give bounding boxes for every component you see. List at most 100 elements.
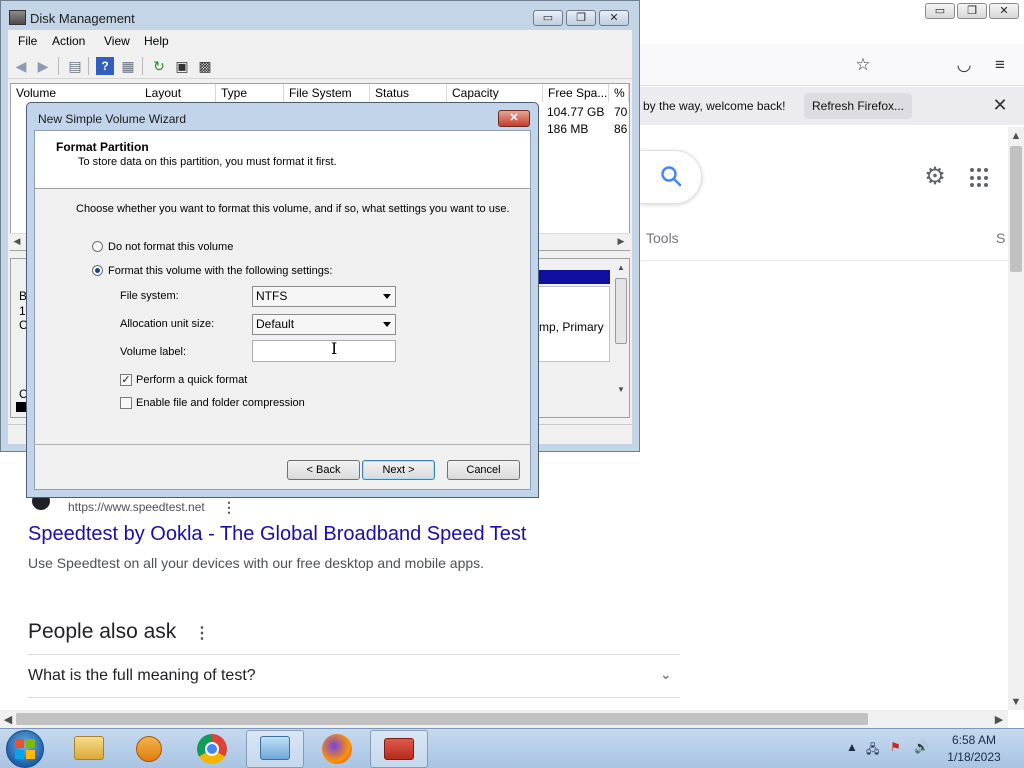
radio-format-volume[interactable] xyxy=(92,265,103,276)
show-hidden-icons-chevron-icon[interactable]: ▲ xyxy=(846,740,858,754)
result-title-link[interactable]: Speedtest by Ookla - The Global Broadban… xyxy=(28,523,526,546)
action-center-warning-icon[interactable]: ⚑ xyxy=(890,740,901,754)
disk-properties-icon[interactable]: ▩ xyxy=(196,57,214,75)
settings-gear-icon[interactable]: ⚙ xyxy=(922,164,948,190)
menu-action[interactable]: Action xyxy=(52,34,85,48)
computer-management-icon xyxy=(384,738,414,760)
radio-do-not-format[interactable] xyxy=(92,241,103,252)
clock-time[interactable]: 6:58 AM xyxy=(944,733,1004,747)
dm-close-button[interactable]: ✕ xyxy=(599,10,629,26)
notification-close-icon[interactable]: ✕ xyxy=(990,95,1010,115)
toolbar-separator xyxy=(142,57,143,75)
toolbar-separator xyxy=(58,57,59,75)
volume-label-input[interactable] xyxy=(252,340,396,362)
wizard-page-subtitle: To store data on this partition, you mus… xyxy=(78,156,337,168)
column-header-type[interactable]: Type xyxy=(216,84,284,102)
clock-date[interactable]: 1/18/2023 xyxy=(944,750,1004,764)
file-system-dropdown[interactable]: NTFS xyxy=(252,286,396,307)
rescan-disks-icon[interactable]: ▣ xyxy=(173,57,191,75)
dm-minimize-button[interactable]: ▭ xyxy=(533,10,563,26)
scroll-right-arrow-icon[interactable]: ▶ xyxy=(992,713,1006,726)
compression-label[interactable]: Enable file and folder compression xyxy=(136,397,305,409)
chevron-down-icon xyxy=(383,322,391,327)
refresh-firefox-button[interactable]: Refresh Firefox... xyxy=(804,93,912,119)
file-system-label: File system: xyxy=(120,290,179,302)
allocation-unit-label: Allocation unit size: xyxy=(120,318,215,330)
question-item[interactable]: What is the full meaning of test? xyxy=(28,667,256,685)
quick-format-checkbox[interactable]: ✓ xyxy=(120,374,132,386)
scroll-left-arrow-icon[interactable]: ◀ xyxy=(1,713,15,726)
row-1-free-space: 104.77 GB xyxy=(547,105,605,119)
divider xyxy=(28,654,680,655)
divider xyxy=(28,697,680,698)
menu-file[interactable]: File xyxy=(18,34,37,48)
graph-scroll-up-icon[interactable]: ▲ xyxy=(614,263,628,272)
forward-arrow-icon[interactable]: ▶ xyxy=(34,57,52,75)
column-header-capacity[interactable]: Capacity xyxy=(447,84,543,102)
partial-tab-label[interactable]: S xyxy=(996,230,1005,246)
wizard-title: New Simple Volume Wizard xyxy=(38,112,187,126)
chevron-down-icon[interactable]: ⌄ xyxy=(660,666,672,683)
column-header-status[interactable]: Status xyxy=(370,84,447,102)
volume-speaker-icon[interactable]: 🔊 xyxy=(914,740,929,754)
result-url[interactable]: https://www.speedtest.net xyxy=(68,500,205,514)
back-arrow-icon[interactable]: ◀ xyxy=(12,57,30,75)
horizontal-scroll-thumb[interactable] xyxy=(16,713,868,725)
row-2-percent-free: 86 xyxy=(614,122,628,136)
chevron-down-icon xyxy=(383,294,391,299)
radio-label-format-volume[interactable]: Format this volume with the following se… xyxy=(108,265,332,277)
people-also-ask-more-icon[interactable]: ⋮ xyxy=(194,623,210,643)
graph-scroll-thumb[interactable] xyxy=(615,278,627,344)
column-header-volume[interactable]: Volume xyxy=(11,84,141,102)
scroll-down-arrow-icon[interactable]: ▼ xyxy=(1009,696,1023,708)
windows-logo-icon xyxy=(15,739,35,759)
graph-scroll-down-icon[interactable]: ▼ xyxy=(614,385,628,394)
column-header-free-space[interactable]: Free Spa... xyxy=(543,84,609,102)
next-button[interactable]: Next > xyxy=(362,460,435,480)
scroll-up-arrow-icon[interactable]: ▲ xyxy=(1009,130,1023,142)
firefox-restore-button[interactable]: ❐ xyxy=(957,3,987,19)
network-icon[interactable]: 🖧 xyxy=(866,740,879,761)
google-apps-icon[interactable] xyxy=(970,168,990,188)
firefox-minimize-button[interactable]: ▭ xyxy=(925,3,955,19)
properties-icon[interactable]: ▦ xyxy=(119,57,137,75)
disk-management-app-icon xyxy=(9,10,26,25)
dm-restore-button[interactable]: ❐ xyxy=(566,10,596,26)
list-scroll-right-icon[interactable]: ▶ xyxy=(614,236,628,247)
pocket-icon[interactable]: ◡ xyxy=(953,54,975,76)
column-header-layout[interactable]: Layout xyxy=(140,84,216,102)
column-header-percent-free[interactable]: % F xyxy=(609,84,629,102)
back-button[interactable]: < Back xyxy=(287,460,360,480)
show-hide-tree-icon[interactable]: ▤ xyxy=(66,57,84,75)
toolbar-separator xyxy=(88,57,89,75)
menu-help[interactable]: Help xyxy=(144,34,169,48)
help-icon[interactable]: ? xyxy=(96,57,114,75)
quick-format-label[interactable]: Perform a quick format xyxy=(136,374,247,386)
wizard-close-button[interactable]: ✕ xyxy=(498,110,530,127)
media-player-icon xyxy=(136,736,162,762)
compression-checkbox[interactable] xyxy=(120,397,132,409)
disk-label-fragment: 1 xyxy=(19,304,26,318)
row-2-free-space: 186 MB xyxy=(547,122,589,136)
chrome-icon-center xyxy=(205,742,219,756)
allocation-unit-dropdown[interactable]: Default xyxy=(252,314,396,335)
vertical-scroll-thumb[interactable] xyxy=(1010,146,1022,272)
tools-tab[interactable]: Tools xyxy=(646,230,679,246)
firefox-close-button[interactable]: ✕ xyxy=(989,3,1019,19)
folder-icon xyxy=(74,736,104,760)
refresh-icon[interactable]: ↻ xyxy=(150,57,168,75)
column-header-file-system[interactable]: File System xyxy=(284,84,370,102)
partition-label: mp, Primary xyxy=(539,320,604,334)
list-scroll-left-icon[interactable]: ◀ xyxy=(10,236,24,247)
radio-label-do-not-format[interactable]: Do not format this volume xyxy=(108,241,233,253)
menu-view[interactable]: View xyxy=(104,34,130,48)
window-title: Disk Management xyxy=(30,11,135,26)
cancel-button[interactable]: Cancel xyxy=(447,460,520,480)
wizard-button-separator xyxy=(34,444,531,445)
app-menu-icon[interactable]: ≡ xyxy=(989,54,1011,76)
menu-bar: File Action View Help xyxy=(8,30,632,52)
search-icon[interactable] xyxy=(660,165,682,187)
wizard-instruction: Choose whether you want to format this v… xyxy=(76,203,510,215)
bookmark-star-icon[interactable]: ☆ xyxy=(852,54,874,76)
result-more-icon[interactable]: ⋮ xyxy=(222,499,236,516)
